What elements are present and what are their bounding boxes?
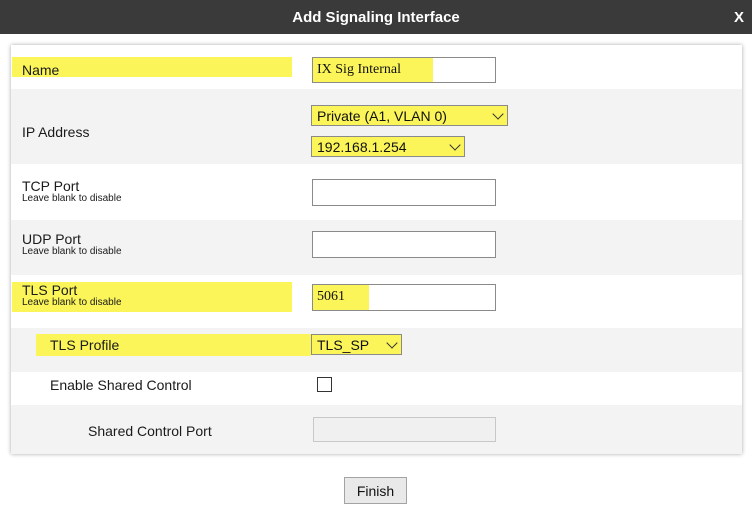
ip-address-select[interactable]: 192.168.1.254 [311,136,465,157]
tls-port-value: 5061 [317,289,345,304]
tcp-port-label-group: TCP Port Leave blank to disable [22,179,122,204]
form-panel: Name IX Sig Internal IP Address Private … [11,45,742,454]
ip-interface-select[interactable]: Private (A1, VLAN 0) [311,105,508,126]
row-ip-address: IP Address Private (A1, VLAN 0) 192.168.… [11,89,742,164]
tls-port-input[interactable]: 5061 [312,284,496,311]
udp-port-label-group: UDP Port Leave blank to disable [22,232,122,257]
row-tcp-port: TCP Port Leave blank to disable [11,164,742,220]
tcp-port-label: TCP Port [22,178,80,194]
ip-interface-value: Private (A1, VLAN 0) [317,107,447,124]
row-tls-port: TLS Port Leave blank to disable 5061 [11,275,742,328]
close-button[interactable]: X [734,0,744,34]
tls-profile-value: TLS_SP [317,336,370,353]
ip-address-label: IP Address [22,124,90,140]
tls-profile-label: TLS Profile [50,337,120,353]
udp-port-hint: Leave blank to disable [22,246,122,257]
name-value: IX Sig Internal [317,62,401,77]
shared-control-port-input[interactable] [313,417,496,442]
udp-port-input[interactable] [312,231,496,258]
name-label: Name [22,62,60,78]
tls-port-hint: Leave blank to disable [22,297,122,308]
ip-address-value: 192.168.1.254 [317,138,407,155]
row-shared-control-port: Shared Control Port [11,405,742,454]
dialog-titlebar: Add Signaling Interface X [0,0,752,34]
tcp-port-input[interactable] [312,179,496,206]
tls-port-label-group: TLS Port Leave blank to disable [22,283,122,308]
dialog-title: Add Signaling Interface [292,8,460,26]
enable-shared-control-checkbox[interactable] [317,377,332,392]
name-field[interactable]: IX Sig Internal [312,57,496,83]
shared-control-port-label: Shared Control Port [88,423,212,439]
row-tls-profile: TLS Profile TLS_SP [11,328,742,372]
chevron-down-icon [386,336,398,349]
row-udp-port: UDP Port Leave blank to disable [11,220,742,275]
tcp-port-hint: Leave blank to disable [22,193,122,204]
finish-button[interactable]: Finish [344,477,407,504]
udp-port-label: UDP Port [22,231,81,247]
chevron-down-icon [449,138,461,151]
enable-shared-control-label: Enable Shared Control [50,377,192,393]
row-name: Name IX Sig Internal [11,45,742,89]
tls-port-label: TLS Port [22,282,78,298]
tls-profile-select[interactable]: TLS_SP [311,334,402,355]
chevron-down-icon [492,107,504,120]
